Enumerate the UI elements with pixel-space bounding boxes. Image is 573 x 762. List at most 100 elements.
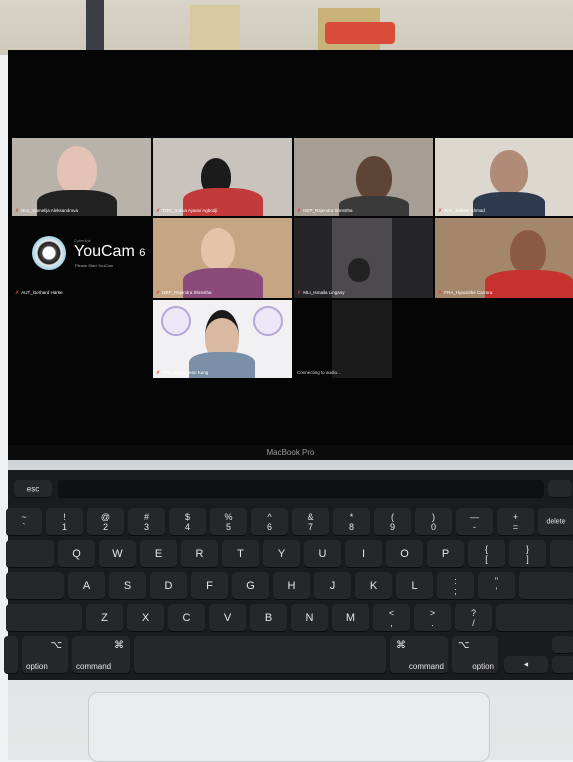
left-option-key[interactable]: ⌥ option xyxy=(22,636,68,674)
left-arrow-key[interactable]: ◄ xyxy=(504,656,548,674)
option-label: option xyxy=(26,662,48,671)
participant-tile[interactable]: ✗ MLI_Ismaila Lingany xyxy=(294,218,433,298)
key-9[interactable]: (9 xyxy=(374,508,411,536)
zoom-gallery: ✗ BUL_Kamelija Aleksandrova ✗ TOG_Sokva Ay… xyxy=(8,50,573,445)
down-arrow-key[interactable] xyxy=(552,656,573,674)
youcam-subtitle: Please Start YouCam xyxy=(75,263,114,268)
participant-tile[interactable]: ✗ TOG_Sokva Ayaovi Agbodji xyxy=(153,138,292,216)
participant-tile[interactable]: ✗ NEP_Rajendra Shrestha xyxy=(153,218,292,298)
key-s[interactable]: S xyxy=(109,572,146,600)
key-semicolon[interactable]: :; xyxy=(437,572,474,600)
participant-tile[interactable]: ✗ BUL_Kamelija Aleksandrova xyxy=(12,138,151,216)
key-4[interactable]: $4 xyxy=(169,508,206,536)
key-x[interactable]: X xyxy=(127,604,164,632)
key-g[interactable]: G xyxy=(232,572,269,600)
key-equals[interactable]: + = xyxy=(497,508,534,536)
command-icon: ⌘ xyxy=(396,640,406,651)
background-item xyxy=(190,5,240,50)
participant-face xyxy=(510,230,546,274)
key-5[interactable]: % 5 xyxy=(210,508,247,536)
right-shift-key[interactable] xyxy=(496,604,573,632)
participant-tile[interactable]: ✗ PAK_Zaheer Ahmad xyxy=(435,138,573,216)
key-6[interactable]: ^ 6 xyxy=(251,508,288,536)
key-y[interactable]: Y xyxy=(263,540,300,568)
tab-key[interactable] xyxy=(6,540,54,568)
participant-name: ✗ BUL_Kamelija Aleksandrova xyxy=(15,208,78,214)
right-command-key[interactable]: ⌘ command xyxy=(390,636,448,674)
key-quote[interactable]: " ' xyxy=(478,572,515,600)
delete-key[interactable]: delete xyxy=(538,508,573,536)
participant-name: ✗ NEP_Rajendra Shrestha xyxy=(297,208,353,214)
key-tilde[interactable]: ~ ` xyxy=(6,508,42,536)
key-v[interactable]: V xyxy=(209,604,246,632)
right-option-key[interactable]: ⌥ option xyxy=(452,636,498,674)
key-8[interactable]: * 8 xyxy=(333,508,370,536)
touch-id-key[interactable] xyxy=(548,480,572,498)
participant-tile[interactable]: ✗ FRA_Hyacinthe Carrera xyxy=(435,218,573,298)
left-shift-key[interactable] xyxy=(6,604,82,632)
key-minus[interactable]: — - xyxy=(456,508,493,536)
participant-name: ✗ NEP_Rajendra Shrestha xyxy=(156,290,212,296)
emblem-icon xyxy=(161,306,191,336)
key-2[interactable]: @2 xyxy=(87,508,124,536)
key-k[interactable]: K xyxy=(355,572,392,600)
fn-key[interactable] xyxy=(4,636,18,674)
key-h[interactable]: H xyxy=(273,572,310,600)
key-b[interactable]: B xyxy=(250,604,287,632)
key-f[interactable]: F xyxy=(191,572,228,600)
command-label: command xyxy=(408,662,444,671)
participant-body xyxy=(485,270,573,298)
left-command-key[interactable]: ⌘ command xyxy=(72,636,130,674)
up-arrow-key[interactable] xyxy=(552,636,573,654)
key-backslash[interactable] xyxy=(550,540,573,568)
touch-bar[interactable] xyxy=(58,480,544,498)
participant-face xyxy=(356,156,392,200)
participant-tile[interactable]: Cyberlink YouCam 6 Please Start YouCam ✗… xyxy=(12,218,151,298)
space-bar[interactable] xyxy=(134,636,386,674)
key-right-bracket[interactable]: }] xyxy=(509,540,546,568)
key-period[interactable]: >. xyxy=(414,604,451,632)
key-t[interactable]: T xyxy=(222,540,259,568)
background-shelf xyxy=(0,0,573,55)
key-comma[interactable]: <, xyxy=(373,604,410,632)
key-i[interactable]: I xyxy=(345,540,382,568)
key-n[interactable]: N xyxy=(291,604,328,632)
key-1[interactable]: ! 1 xyxy=(46,508,83,536)
trackpad[interactable] xyxy=(88,692,490,762)
key-q[interactable]: Q xyxy=(58,540,95,568)
key-3[interactable]: #3 xyxy=(128,508,165,536)
command-icon: ⌘ xyxy=(114,640,124,651)
key-a[interactable]: A xyxy=(68,572,105,600)
participant-face xyxy=(201,228,235,270)
key-slash[interactable]: ? / xyxy=(455,604,492,632)
caps-lock-key[interactable] xyxy=(6,572,64,600)
participant-name: ✗ AUT_Gerhard Harke xyxy=(15,290,63,296)
key-e[interactable]: E xyxy=(140,540,177,568)
key-left-bracket[interactable]: {[ xyxy=(468,540,505,568)
participant-tile[interactable]: ✗ NEP_Rajendra Shrestha xyxy=(294,138,433,216)
key-j[interactable]: J xyxy=(314,572,351,600)
key-o[interactable]: O xyxy=(386,540,423,568)
key-7[interactable]: & 7 xyxy=(292,508,329,536)
participant-tile[interactable]: ✗ TPE_Helen-yean Kung xyxy=(153,300,292,378)
keyboard: esc ~ ` ! 1 @2 #3 $4 % 5 ^ 6 & 7 * 8 (9 ) 0 — - … xyxy=(4,470,573,680)
key-r[interactable]: R xyxy=(181,540,218,568)
participant-name: ✗ PAK_Zaheer Ahmad xyxy=(438,208,485,214)
esc-key[interactable]: esc xyxy=(14,480,52,498)
key-m[interactable]: M xyxy=(332,604,369,632)
key-u[interactable]: U xyxy=(304,540,341,568)
laptop-lid: ✗ BUL_Kamelija Aleksandrova ✗ TOG_Sokva Ay… xyxy=(8,50,573,460)
background-red-item xyxy=(325,22,395,44)
key-p[interactable]: P xyxy=(427,540,464,568)
key-c[interactable]: C xyxy=(168,604,205,632)
participant-name: ✗ TOG_Sokva Ayaovi Agbodji xyxy=(156,208,218,214)
key-l[interactable]: L xyxy=(396,572,433,600)
return-key[interactable] xyxy=(519,572,573,600)
key-0[interactable]: ) 0 xyxy=(415,508,452,536)
background-post xyxy=(86,0,104,52)
key-z[interactable]: Z xyxy=(86,604,123,632)
key-w[interactable]: W xyxy=(99,540,136,568)
option-icon: ⌥ xyxy=(50,640,62,651)
participant-tile[interactable]: Connecting to audio... xyxy=(294,300,433,378)
key-d[interactable]: D xyxy=(150,572,187,600)
